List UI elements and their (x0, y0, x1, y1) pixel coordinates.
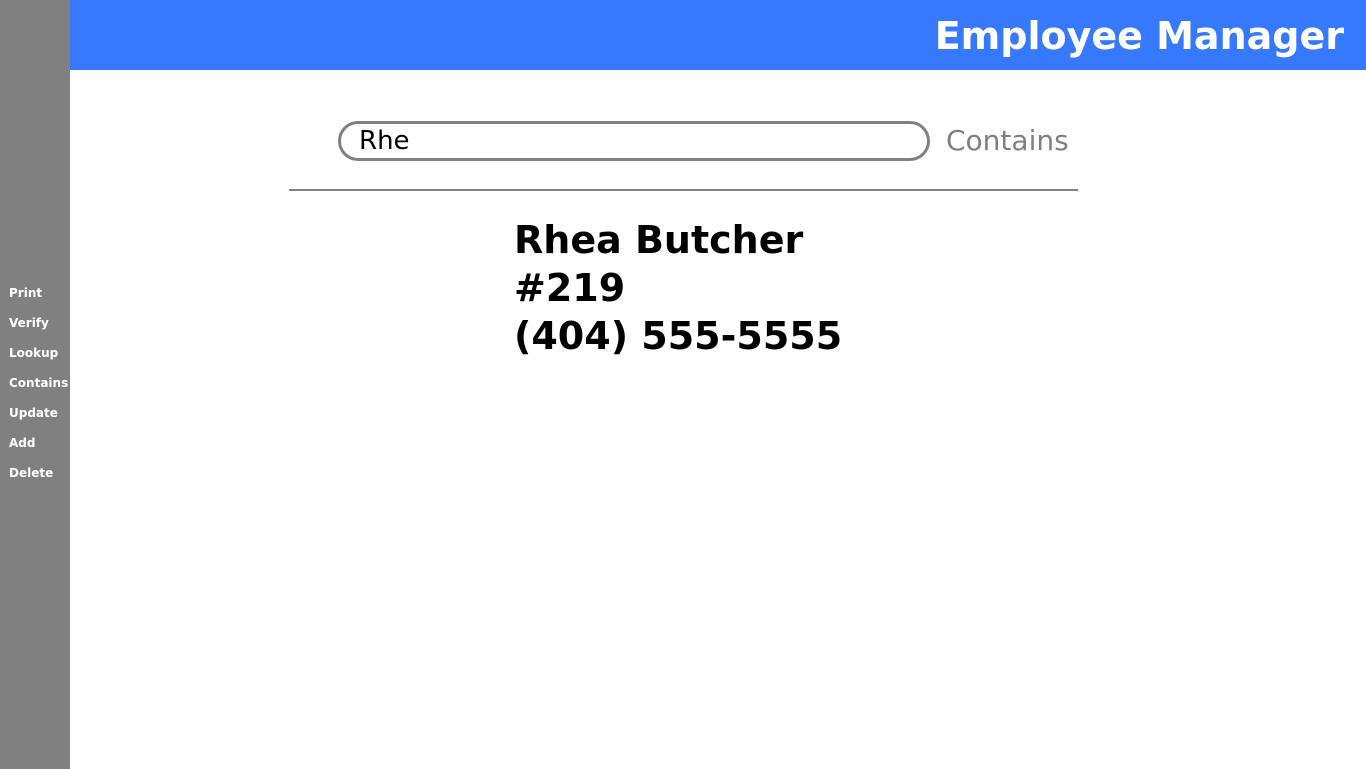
sidebar-nav: Print Verify Lookup Contains Update Add … (0, 282, 70, 492)
sidebar-item-contains[interactable]: Contains (0, 372, 70, 402)
sidebar-item-verify[interactable]: Verify (0, 312, 70, 342)
app-title: Employee Manager (934, 14, 1344, 58)
sidebar-item-delete[interactable]: Delete (0, 462, 70, 492)
app-header: Employee Manager (70, 0, 1366, 70)
sidebar-item-lookup[interactable]: Lookup (0, 342, 70, 372)
employee-phone: (404) 555-5555 (514, 314, 843, 358)
employee-result: Rhea Butcher #219 (404) 555-5555 (514, 216, 842, 360)
sidebar-item-update[interactable]: Update (0, 402, 70, 432)
employee-manager-app: Print Verify Lookup Contains Update Add … (0, 0, 1366, 769)
sidebar-item-add[interactable]: Add (0, 432, 70, 462)
search-input[interactable] (338, 121, 930, 161)
employee-id: #219 (514, 266, 626, 310)
employee-name: Rhea Butcher (514, 218, 804, 262)
sidebar: Print Verify Lookup Contains Update Add … (0, 0, 70, 769)
search-mode-label[interactable]: Contains (946, 121, 1069, 161)
search-divider (289, 189, 1078, 191)
sidebar-item-print[interactable]: Print (0, 282, 70, 312)
